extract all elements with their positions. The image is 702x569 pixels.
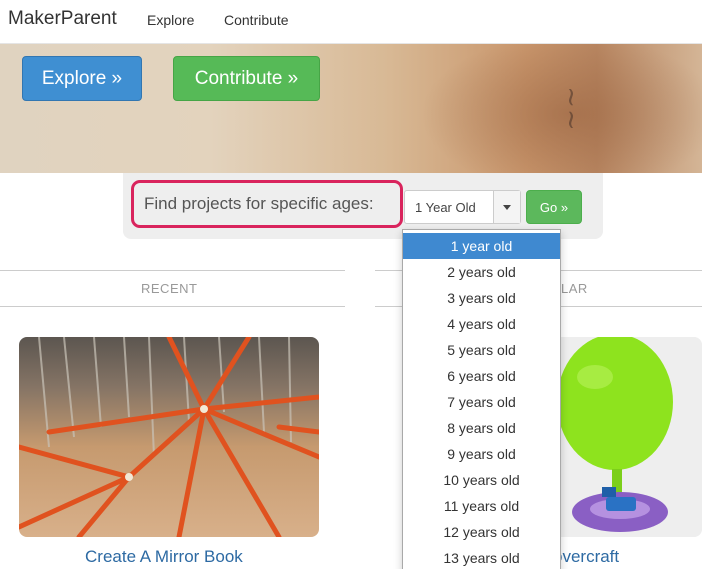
age-option[interactable]: 10 years old [403,467,560,493]
card-title-mirror-book[interactable]: Create A Mirror Book [85,547,243,567]
brand-logo[interactable]: MakerParent [8,8,117,30]
section-title-recent: RECENT [141,281,198,296]
card-image-hovercraft[interactable] [540,337,702,537]
hero-banner: ~~ Explore » Contribute » [0,44,702,173]
age-option[interactable]: 5 years old [403,337,560,363]
contribute-button[interactable]: Contribute » [173,56,320,101]
card-title-hovercraft[interactable]: overcraft [553,547,619,567]
age-select-toggle[interactable] [493,191,520,223]
explore-button[interactable]: Explore » [22,56,142,101]
age-select-value: 1 Year Old [415,200,476,215]
caret-down-icon [503,205,511,210]
section-divider [0,270,345,271]
age-option[interactable]: 9 years old [403,441,560,467]
age-option[interactable]: 11 years old [403,493,560,519]
age-option[interactable]: 8 years old [403,415,560,441]
hovercraft-photo [540,337,702,537]
age-option[interactable]: 2 years old [403,259,560,285]
age-option[interactable]: 6 years old [403,363,560,389]
mirror-book-photo [19,337,319,537]
card-image-mirror-book[interactable] [19,337,319,537]
age-option[interactable]: 13 years old [403,545,560,569]
age-option[interactable]: 4 years old [403,311,560,337]
age-select[interactable]: 1 Year Old [404,190,521,224]
age-filter-label: Find projects for specific ages: [144,194,374,213]
age-options: 1 year old 2 years old 3 years old 4 years … [403,233,560,569]
section-divider [0,306,345,307]
nav-link-contribute[interactable]: Contribute [224,12,289,28]
age-option[interactable]: 1 year old [403,233,560,259]
section-title-popular: LAR [561,281,588,296]
hero-photo-detail: ~~ [555,86,586,132]
age-option[interactable]: 3 years old [403,285,560,311]
nav-link-explore[interactable]: Explore [147,12,194,28]
page: MakerParent Explore Contribute ~~ Explor… [0,0,702,569]
navbar: MakerParent Explore Contribute [0,0,702,44]
go-button[interactable]: Go » [526,190,582,224]
age-option[interactable]: 12 years old [403,519,560,545]
age-option[interactable]: 7 years old [403,389,560,415]
age-dropdown-list: 1 year old 2 years old 3 years old 4 years … [402,229,561,569]
